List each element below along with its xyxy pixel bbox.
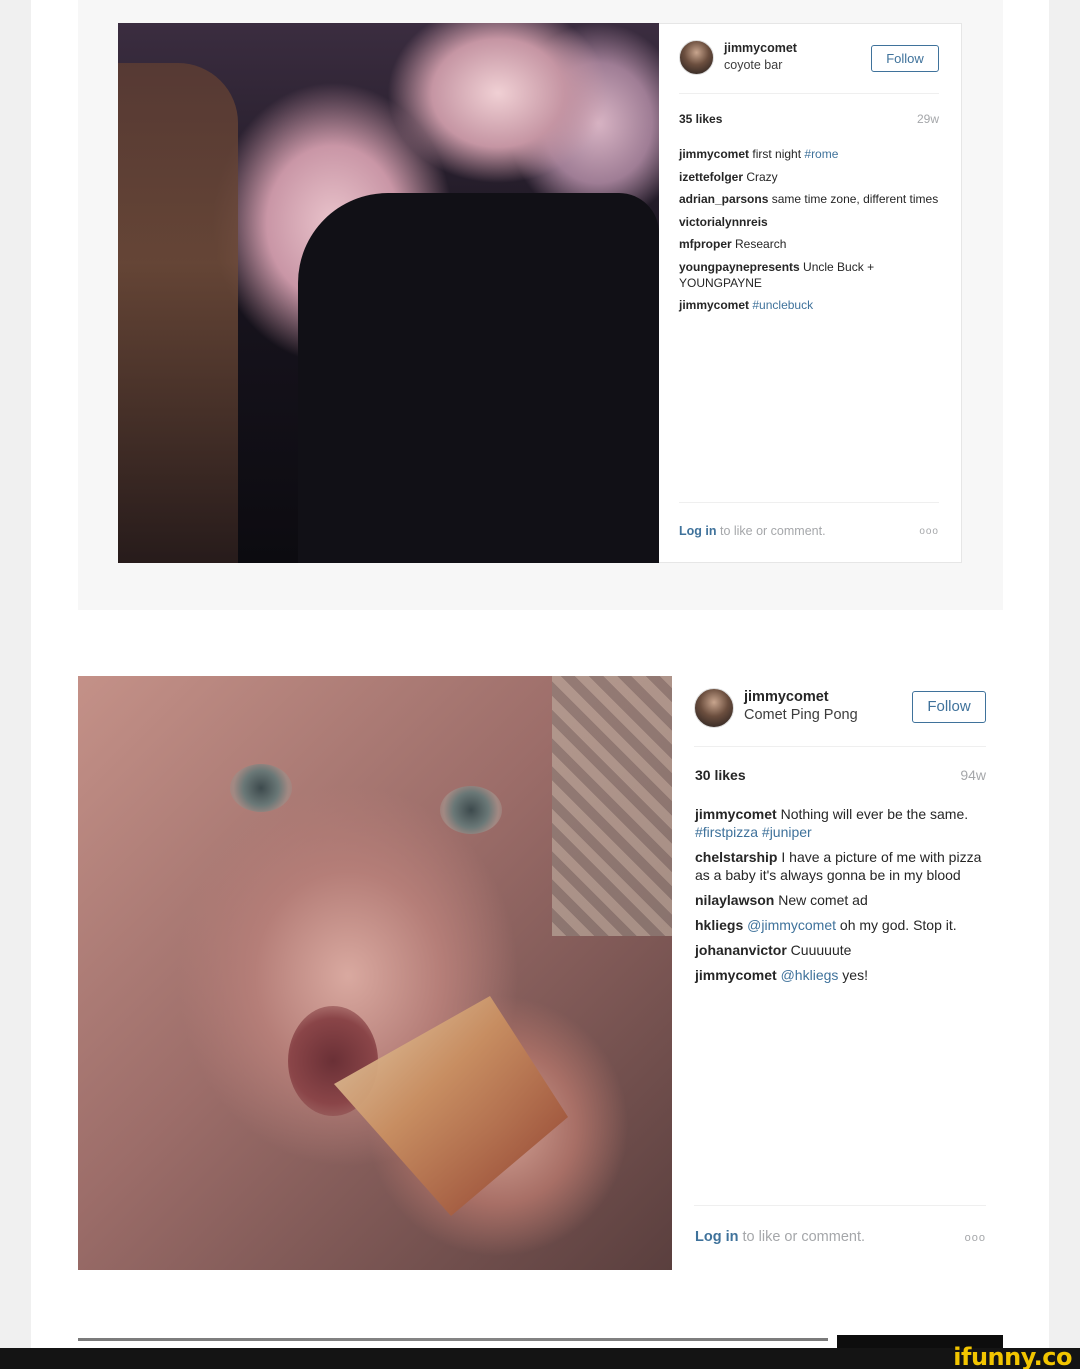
comment-item: nilaylawson New comet ad — [695, 891, 987, 909]
comment-username[interactable]: hkliegs — [695, 917, 743, 933]
post-2-photo[interactable] — [78, 676, 672, 1270]
follow-button[interactable]: Follow — [871, 45, 939, 72]
post-age: 94w — [960, 767, 986, 783]
login-prompt-text: to like or comment. — [716, 524, 826, 538]
comment-item: jimmycomet first night #rome — [679, 146, 941, 162]
comment-text: oh my god. Stop it. — [836, 917, 957, 933]
user-avatar-icon[interactable] — [694, 688, 734, 728]
comment-username[interactable]: adrian_parsons — [679, 192, 768, 206]
comment-item: hkliegs @jimmycomet oh my god. Stop it. — [695, 916, 987, 934]
divider — [694, 746, 986, 747]
post-location[interactable]: Comet Ping Pong — [744, 707, 858, 723]
comment-text: Research — [731, 237, 787, 251]
follow-button[interactable]: Follow — [912, 691, 986, 723]
comment-item: chelstarship I have a picture of me with… — [695, 848, 987, 884]
comment-item: izettefolger Crazy — [679, 169, 941, 185]
comment-text: Nothing will ever be the same. — [776, 806, 969, 822]
divider — [694, 1205, 986, 1206]
photo-detail — [118, 63, 238, 563]
post-username[interactable]: jimmycomet — [744, 689, 829, 705]
comment-username[interactable]: izettefolger — [679, 170, 743, 184]
login-prompt: Log in to like or comment. — [679, 524, 826, 538]
watermark-bar — [0, 1348, 1080, 1369]
comment-username[interactable]: victorialynnreis — [679, 215, 768, 229]
comment-username[interactable]: johananvictor — [695, 942, 787, 958]
photo-detail — [298, 193, 659, 563]
comment-text: New comet ad — [774, 892, 868, 908]
comment-username[interactable]: youngpaynepresents — [679, 260, 800, 274]
more-options-icon[interactable]: ooo — [919, 526, 939, 537]
post-2-panel: jimmycomet Comet Ping Pong Follow 30 lik… — [672, 676, 1002, 1270]
comment-tag-link[interactable]: @hkliegs — [781, 967, 839, 983]
comment-item: victorialynnreis — [679, 214, 941, 230]
comment-text: Crazy — [743, 169, 778, 184]
comment-username[interactable]: jimmycomet — [695, 806, 777, 822]
photo-detail — [230, 764, 292, 812]
comment-item: adrian_parsons same time zone, different… — [679, 191, 941, 207]
post-location[interactable]: coyote bar — [724, 58, 782, 72]
photo-detail — [552, 676, 672, 936]
comment-item: johananvictor Cuuuuute — [695, 941, 987, 959]
comment-item: jimmycomet #unclebuck — [679, 297, 941, 313]
login-prompt: Log in to like or comment. — [695, 1229, 865, 1245]
comment-text: first night — [749, 147, 805, 161]
login-link[interactable]: Log in — [679, 524, 717, 538]
comment-list: jimmycomet first night #rome izettefolger… — [679, 146, 941, 320]
comment-username[interactable]: jimmycomet — [695, 967, 777, 983]
more-options-icon[interactable]: ooo — [965, 1232, 986, 1244]
post-age: 29w — [916, 112, 939, 126]
comment-text: same time zone, different times — [768, 192, 939, 206]
comment-username[interactable]: jimmycomet — [679, 147, 749, 161]
login-link[interactable]: Log in — [695, 1229, 739, 1245]
user-avatar-icon[interactable] — [679, 40, 714, 75]
comment-text: yes! — [838, 967, 868, 983]
post-1-photo[interactable] — [118, 23, 659, 563]
likes-count: 35 likes — [679, 112, 723, 126]
post-1-panel: jimmycomet coyote bar Follow 35 likes 29… — [659, 23, 962, 563]
comment-username[interactable]: chelstarship — [695, 849, 777, 865]
comment-username[interactable]: jimmycomet — [679, 298, 749, 312]
comment-item: youngpaynepresents Uncle Buck + YOUNGPAY… — [679, 259, 941, 291]
ifunny-watermark: ifunny.co — [953, 1343, 1072, 1369]
comment-list: jimmycomet Nothing will ever be the same… — [695, 805, 987, 991]
divider — [679, 93, 939, 94]
comment-tag-link[interactable]: #firstpizza #juniper — [695, 824, 812, 840]
comment-item: jimmycomet Nothing will ever be the same… — [695, 805, 987, 841]
divider — [679, 502, 939, 503]
photo-detail — [440, 786, 502, 834]
comment-tag-link[interactable]: @jimmycomet — [747, 917, 836, 933]
comment-tag-link[interactable]: #rome — [804, 147, 838, 161]
comment-text: Cuuuuute — [786, 942, 852, 958]
post-username[interactable]: jimmycomet — [724, 41, 797, 55]
likes-count: 30 likes — [695, 767, 746, 783]
comment-item: jimmycomet @hkliegs yes! — [695, 966, 987, 984]
comment-tag-link[interactable]: #unclebuck — [752, 298, 813, 312]
comment-item: mfproper Research — [679, 236, 941, 252]
comment-username[interactable]: mfproper — [679, 237, 732, 251]
cut-off-content — [78, 1338, 828, 1341]
comment-username[interactable]: nilaylawson — [695, 892, 774, 908]
login-prompt-text: to like or comment. — [738, 1229, 866, 1245]
